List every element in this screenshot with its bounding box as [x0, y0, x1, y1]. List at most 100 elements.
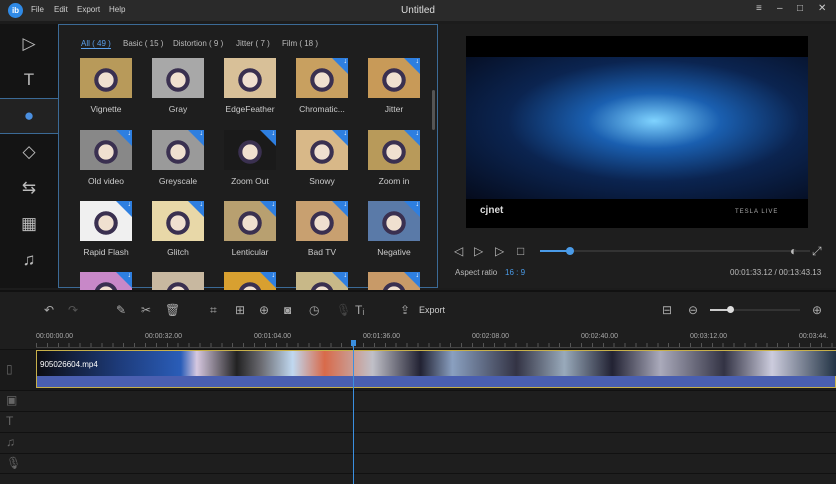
zoom-handle[interactable]	[726, 306, 734, 313]
download-icon[interactable]: ↓	[332, 130, 348, 146]
aspect-ratio-value[interactable]: 16 : 9	[505, 268, 525, 277]
effect-label: Negative	[377, 247, 411, 257]
stop-icon[interactable]: □	[517, 244, 524, 258]
playhead-handle[interactable]	[351, 340, 356, 346]
download-icon[interactable]: ↓	[332, 201, 348, 217]
effect-item[interactable]: ↓ Zoom Out	[222, 130, 278, 186]
prev-frame-icon[interactable]: ◁	[454, 244, 463, 258]
fit-icon[interactable]: ⊟	[662, 303, 672, 317]
download-icon[interactable]: ↓	[260, 272, 276, 288]
tab-1[interactable]: Basic ( 15 )	[123, 39, 163, 48]
download-icon[interactable]: ↓	[332, 272, 348, 288]
effect-thumbnail	[152, 58, 204, 98]
time-display: 00:01:33.12 / 00:13:43.13	[730, 268, 822, 277]
close-button[interactable]: ✕	[818, 3, 826, 14]
play-icon[interactable]: ▷	[474, 244, 483, 258]
undo-icon[interactable]: ↶	[44, 303, 54, 317]
element-tab[interactable]: ▦	[0, 206, 58, 242]
zoom-out-icon[interactable]: ⊖	[688, 303, 698, 317]
effect-item[interactable]: ↓ Rapid Flash	[78, 201, 134, 257]
effect-item[interactable]: ↓ Old video	[78, 130, 134, 186]
effect-item[interactable]: ↓ Greyscale	[150, 130, 206, 186]
download-icon[interactable]: ↓	[260, 130, 276, 146]
mic-icon[interactable]: 🎙	[336, 303, 351, 317]
redo-icon[interactable]: ↷	[68, 303, 78, 317]
effect-thumbnail	[224, 58, 276, 98]
voice-track	[0, 453, 836, 474]
effect-label: Chromatic...	[299, 104, 345, 114]
overlay-tab[interactable]: ◇	[0, 134, 58, 170]
playhead[interactable]	[353, 340, 354, 484]
effect-item[interactable]: ↓ Chromatic...	[294, 58, 350, 114]
zoom-crop-icon[interactable]: ⊞	[235, 303, 245, 317]
ruler-tick-label: 00:01:04.00	[254, 333, 291, 340]
music-track-icon: ♫	[6, 435, 15, 449]
effect-item[interactable]: ↓ Bad TV	[294, 201, 350, 257]
crop-icon[interactable]: ⌗	[210, 303, 217, 318]
music-tab[interactable]: ♫	[0, 242, 58, 278]
scrollbar[interactable]	[432, 90, 435, 130]
transition-tab[interactable]: ⇆	[0, 170, 58, 206]
zoom-in-icon[interactable]: ⊕	[812, 303, 822, 317]
download-icon[interactable]: ↓	[116, 201, 132, 217]
download-icon[interactable]: ↓	[404, 201, 420, 217]
effect-item[interactable]: ↓ Snowy	[294, 130, 350, 186]
download-icon[interactable]: ↓	[404, 272, 420, 288]
effect-item[interactable]: ↓ Negative	[366, 201, 422, 257]
effect-thumbnail: ↓	[296, 58, 348, 98]
text-to-speech-icon[interactable]: Tᵢ	[355, 303, 364, 317]
export-icon[interactable]: ⇪	[400, 303, 410, 317]
window-title: Untitled	[401, 5, 435, 16]
delete-icon[interactable]: 🗑	[165, 303, 180, 317]
volume-icon[interactable]: ◐	[790, 244, 797, 258]
ruler-tick-label: 00:00:00.00	[36, 333, 73, 340]
text-track-icon: T	[6, 414, 14, 428]
speed-icon[interactable]: ◷	[309, 303, 319, 317]
effect-item[interactable]: Gray	[150, 58, 206, 114]
menu-icon[interactable]: ≡	[756, 3, 762, 14]
effect-label: Greyscale	[158, 176, 198, 186]
download-icon[interactable]: ↓	[188, 130, 204, 146]
download-icon[interactable]: ↓	[260, 201, 276, 217]
effect-item[interactable]: ↓ Zoom in	[366, 130, 422, 186]
effect-label: Gray	[168, 104, 188, 114]
cut-icon[interactable]: ✂	[141, 303, 151, 317]
tab-0[interactable]: All ( 49 )	[81, 39, 111, 49]
effect-item[interactable]: EdgeFeather	[222, 58, 278, 114]
effect-label: Lenticular	[231, 247, 269, 257]
music-track	[0, 432, 836, 453]
fullscreen-icon[interactable]: ⤢	[812, 244, 822, 259]
time-ruler[interactable]	[36, 343, 836, 348]
mosaic-icon[interactable]: ⊕	[259, 303, 269, 317]
voice-track-icon: 🎙	[6, 456, 22, 470]
edit-icon[interactable]: ✎	[116, 303, 126, 317]
download-icon[interactable]: ↓	[188, 201, 204, 217]
download-icon[interactable]: ↓	[116, 130, 132, 146]
freeze-icon[interactable]: ◙	[284, 303, 291, 317]
media-tab[interactable]: ▷	[0, 26, 58, 62]
playback-handle[interactable]	[565, 247, 574, 255]
tab-4[interactable]: Film ( 18 )	[282, 39, 318, 48]
download-icon[interactable]: ↓	[404, 130, 420, 146]
tab-2[interactable]: Distortion ( 9 )	[173, 39, 223, 48]
playback-slider[interactable]	[540, 250, 810, 252]
next-frame-icon[interactable]: ▷	[495, 244, 504, 258]
transition-icon: ⇆	[21, 178, 37, 197]
text-tab[interactable]: T	[0, 62, 58, 98]
effect-item[interactable]: ↓ Jitter	[366, 58, 422, 114]
effect-item[interactable]: ↓ Lenticular	[222, 201, 278, 257]
download-icon[interactable]: ↓	[404, 58, 420, 74]
effect-thumbnail	[80, 58, 132, 98]
filters-tab[interactable]: ●	[0, 98, 58, 134]
minimize-button[interactable]: –	[777, 3, 783, 14]
video-watermark: cjnet	[480, 205, 504, 216]
download-icon[interactable]: ↓	[332, 58, 348, 74]
effect-item[interactable]: Vignette	[78, 58, 134, 114]
ruler-tick-label: 00:01:36.00	[363, 333, 400, 340]
maximize-button[interactable]: □	[797, 3, 803, 14]
tab-3[interactable]: Jitter ( 7 )	[236, 39, 270, 48]
effect-item[interactable]: ↓ Glitch	[150, 201, 206, 257]
download-icon[interactable]: ↓	[116, 272, 132, 288]
export-button[interactable]: Export	[419, 305, 445, 315]
ruler-tick-label: 00:00:32.00	[145, 333, 182, 340]
